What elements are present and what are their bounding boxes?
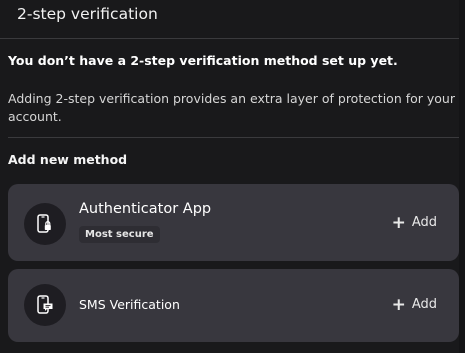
method-name-sms: SMS Verification — [79, 297, 180, 312]
page-header: 2-step verification — [0, 0, 459, 39]
most-secure-badge: Most secure — [79, 226, 160, 243]
phone-message-icon — [37, 295, 53, 314]
add-label: Add — [411, 297, 437, 312]
divider — [8, 137, 459, 138]
add-sms-button[interactable]: + Add — [391, 294, 437, 315]
section-title: Add new method — [8, 152, 128, 167]
method-name-authenticator: Authenticator App — [79, 201, 212, 217]
add-label: Add — [411, 215, 437, 230]
plus-icon: + — [391, 294, 406, 315]
scroll-edge — [459, 0, 465, 353]
icon-circle — [24, 284, 66, 326]
icon-circle — [24, 203, 66, 245]
authenticator-app-card[interactable]: Authenticator App Most secure + Add — [8, 184, 459, 261]
sms-verification-card[interactable]: SMS Verification + Add — [8, 269, 459, 342]
page-title: 2-step verification — [17, 5, 158, 23]
setup-notice: You don’t have a 2-step verification met… — [8, 53, 398, 68]
add-authenticator-button[interactable]: + Add — [391, 212, 437, 233]
plus-icon: + — [391, 212, 406, 233]
description-text: Adding 2-step verification provides an e… — [8, 91, 455, 124]
phone-lock-icon — [37, 214, 51, 233]
